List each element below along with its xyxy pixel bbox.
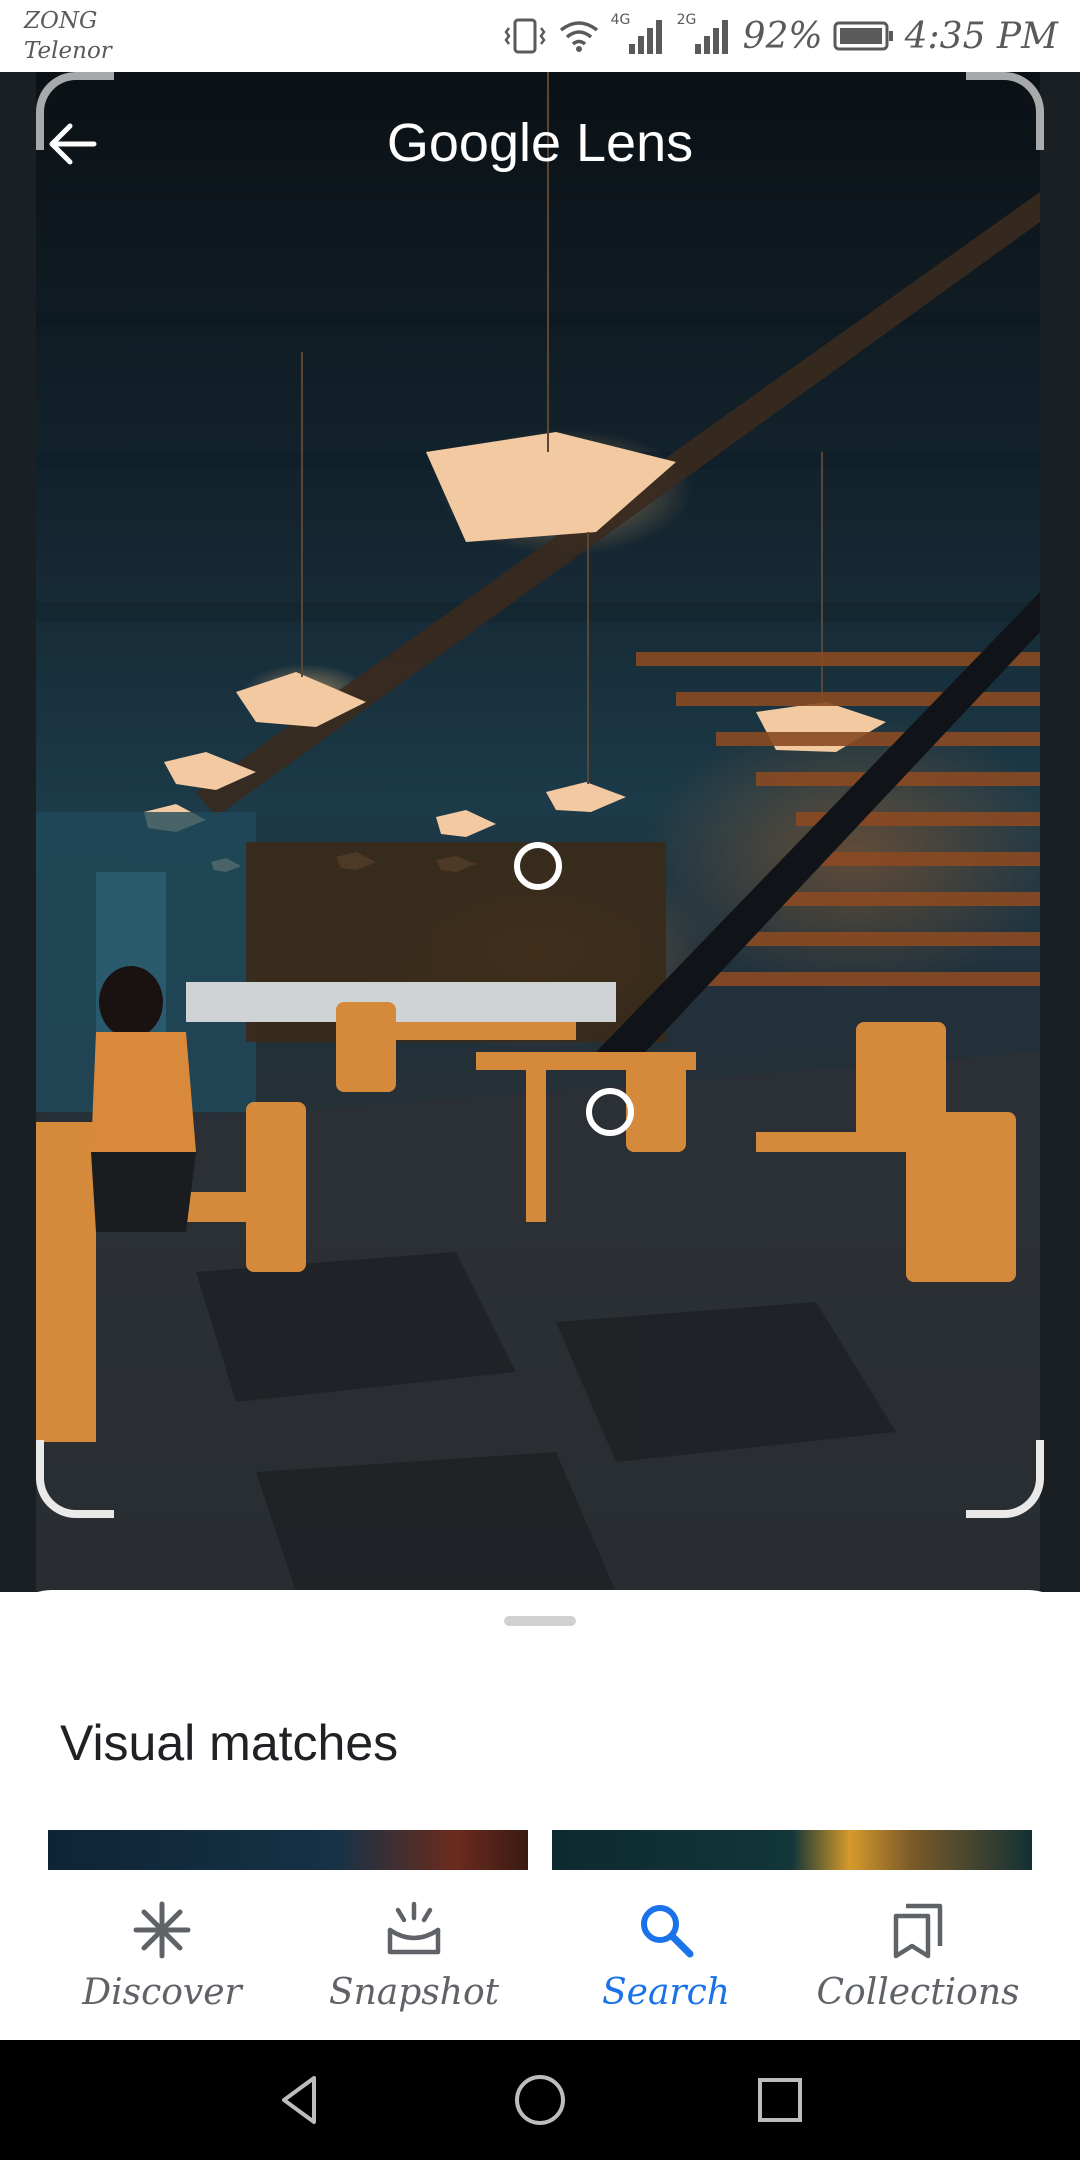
carrier-2: Telenor: [24, 38, 112, 64]
vibrate-icon: [504, 18, 546, 54]
visual-match-thumbnail[interactable]: [552, 1830, 1032, 1870]
system-home-icon[interactable]: [510, 2070, 570, 2130]
nav-search[interactable]: Search: [531, 1872, 801, 2040]
sheet-title: Visual matches: [60, 1715, 399, 1771]
carrier-1: ZONG: [24, 8, 98, 34]
captured-photo: [36, 72, 1040, 1592]
crop-corner-bottom-left[interactable]: [36, 1440, 114, 1518]
nav-discover[interactable]: Discover: [27, 1872, 297, 2040]
carrier-names: ZONG Telenor: [24, 6, 112, 66]
lens-image-area[interactable]: Google Lens: [0, 72, 1080, 1592]
object-dot-chair[interactable]: [586, 1088, 634, 1136]
nav-label: Collections: [816, 1972, 1020, 2013]
nav-label: Snapshot: [328, 1972, 500, 2013]
nav-label: Search: [602, 1972, 730, 2013]
nav-label: Discover: [82, 1972, 242, 2013]
signal-4g-icon: 4G: [611, 12, 667, 56]
nav-collections[interactable]: Collections: [783, 1872, 1053, 2040]
discover-icon: [133, 1901, 191, 1959]
battery-percent: 92%: [742, 15, 823, 57]
photo-scene: [36, 72, 1040, 1592]
search-icon: [641, 1905, 694, 1958]
app-title: Google Lens: [386, 113, 694, 173]
clock: 4:35 PM: [904, 15, 1058, 57]
object-dot-lamp[interactable]: [514, 842, 562, 890]
signal-2g-icon: 2G: [677, 12, 733, 56]
results-sheet[interactable]: Visual matches: [0, 1590, 1080, 1870]
bottom-nav: Discover Snapshot Search Collections: [0, 1872, 1080, 2040]
collections-icon: [893, 1903, 943, 1959]
status-icons: 4G 2G 92% 4:35 PM: [503, 12, 1058, 58]
status-bar: ZONG Telenor 4G 2G 92% 4:35 PM: [0, 0, 1080, 72]
snapshot-icon: [387, 1901, 441, 1955]
system-back-icon[interactable]: [270, 2070, 330, 2130]
sheet-drag-handle[interactable]: [504, 1616, 576, 1626]
nav-snapshot[interactable]: Snapshot: [279, 1872, 549, 2040]
battery-icon: [833, 21, 893, 51]
system-nav-bar: [0, 2040, 1080, 2160]
visual-match-thumbnail[interactable]: [48, 1830, 528, 1870]
wifi-icon: [559, 21, 598, 52]
system-recents-icon[interactable]: [750, 2070, 810, 2130]
